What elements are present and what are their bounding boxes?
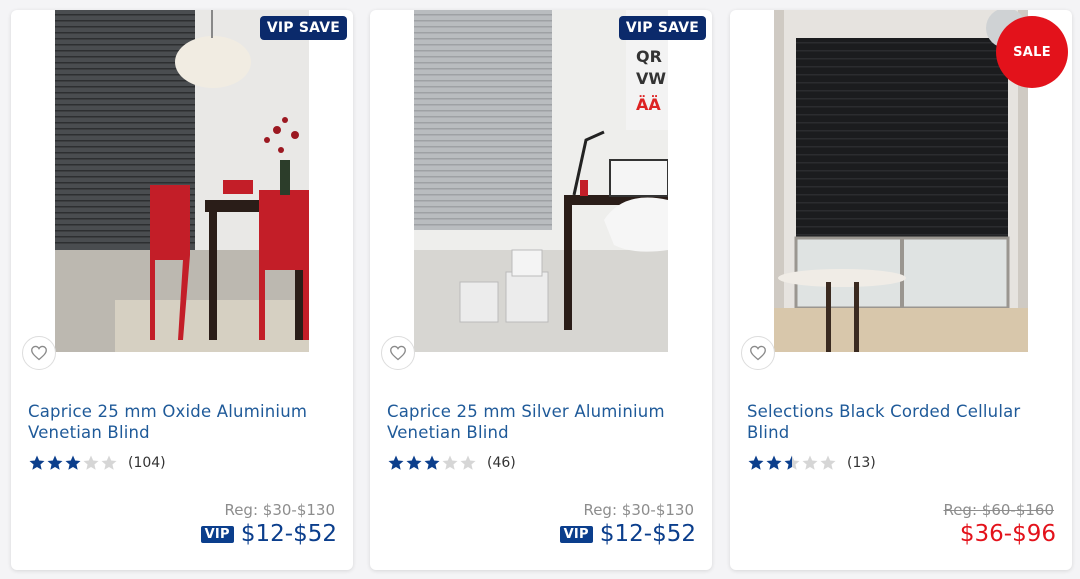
product-title[interactable]: Selections Black Corded Cellular Blind [747, 401, 1057, 443]
vip-tag: VIP [559, 525, 593, 543]
star-icon [47, 455, 63, 470]
svg-text:VW: VW [636, 69, 666, 88]
svg-text:QR: QR [636, 47, 662, 66]
heart-outline-icon[interactable] [381, 336, 415, 370]
star-icon [748, 455, 764, 470]
product-title-line[interactable]: Caprice 25 mm Oxide Aluminium [28, 401, 338, 422]
star-icon [406, 455, 422, 470]
star-icon [442, 455, 458, 470]
sale-price: $36-$96 [959, 521, 1056, 547]
product-image[interactable]: LMI QR VW ÄÄ [414, 10, 668, 352]
star-icon [460, 455, 476, 470]
product-title[interactable]: Caprice 25 mm Oxide Aluminium Venetian B… [28, 401, 338, 443]
rating-stars [28, 454, 118, 472]
sale-badge: SALE [996, 16, 1068, 88]
review-count[interactable]: (13) [847, 455, 876, 471]
star-icon [802, 455, 818, 470]
star-icon [29, 455, 45, 470]
product-title-line[interactable]: Selections Black Corded Cellular [747, 401, 1057, 422]
review-count[interactable]: (46) [487, 455, 516, 471]
rating-stars [747, 454, 837, 472]
product-title-line[interactable]: Venetian Blind [28, 422, 338, 443]
star-icon [766, 455, 782, 470]
price-row: VIP $12-$52 [200, 521, 337, 547]
vip-price: $12-$52 [599, 521, 696, 547]
star-icon [784, 455, 800, 470]
svg-text:ÄÄ: ÄÄ [636, 95, 661, 114]
product-image[interactable] [774, 10, 1028, 352]
product-rating[interactable]: (104) [28, 454, 166, 472]
vip-save-badge: VIP SAVE [259, 16, 347, 40]
heart-outline-icon[interactable] [22, 336, 56, 370]
star-icon [388, 455, 404, 470]
product-grid: VIP SAVE Caprice 25 mm Oxide Aluminium V… [0, 0, 1080, 579]
product-image[interactable] [55, 10, 309, 352]
star-icon [820, 455, 836, 470]
product-title-line[interactable]: Venetian Blind [387, 422, 697, 443]
vip-save-badge: VIP SAVE [618, 16, 706, 40]
product-rating[interactable]: (46) [387, 454, 516, 472]
star-icon [101, 455, 117, 470]
vip-price: $12-$52 [240, 521, 337, 547]
product-card[interactable]: VIP SAVE Caprice 25 mm Oxide Aluminium V… [11, 10, 353, 570]
star-icon [65, 455, 81, 470]
product-title[interactable]: Caprice 25 mm Silver Aluminium Venetian … [387, 401, 697, 443]
price-row: $36-$96 [960, 521, 1056, 547]
product-card[interactable]: LMI QR VW ÄÄ VIP SAVE Caprice 25 mm Silv… [370, 10, 712, 570]
regular-price: Reg: $30-$130 [583, 501, 694, 519]
star-icon [83, 455, 99, 470]
product-card[interactable]: SALE Selections Black Corded Cellular Bl… [730, 10, 1072, 570]
product-title-line[interactable]: Caprice 25 mm Silver Aluminium [387, 401, 697, 422]
star-icon [424, 455, 440, 470]
vip-tag: VIP [200, 525, 234, 543]
heart-outline-icon[interactable] [741, 336, 775, 370]
rating-stars [387, 454, 477, 472]
regular-price: Reg: $60-$160 [943, 501, 1054, 519]
regular-price: Reg: $30-$130 [224, 501, 335, 519]
product-title-line[interactable]: Blind [747, 422, 1057, 443]
product-rating[interactable]: (13) [747, 454, 876, 472]
review-count[interactable]: (104) [128, 455, 166, 471]
price-row: VIP $12-$52 [559, 521, 696, 547]
